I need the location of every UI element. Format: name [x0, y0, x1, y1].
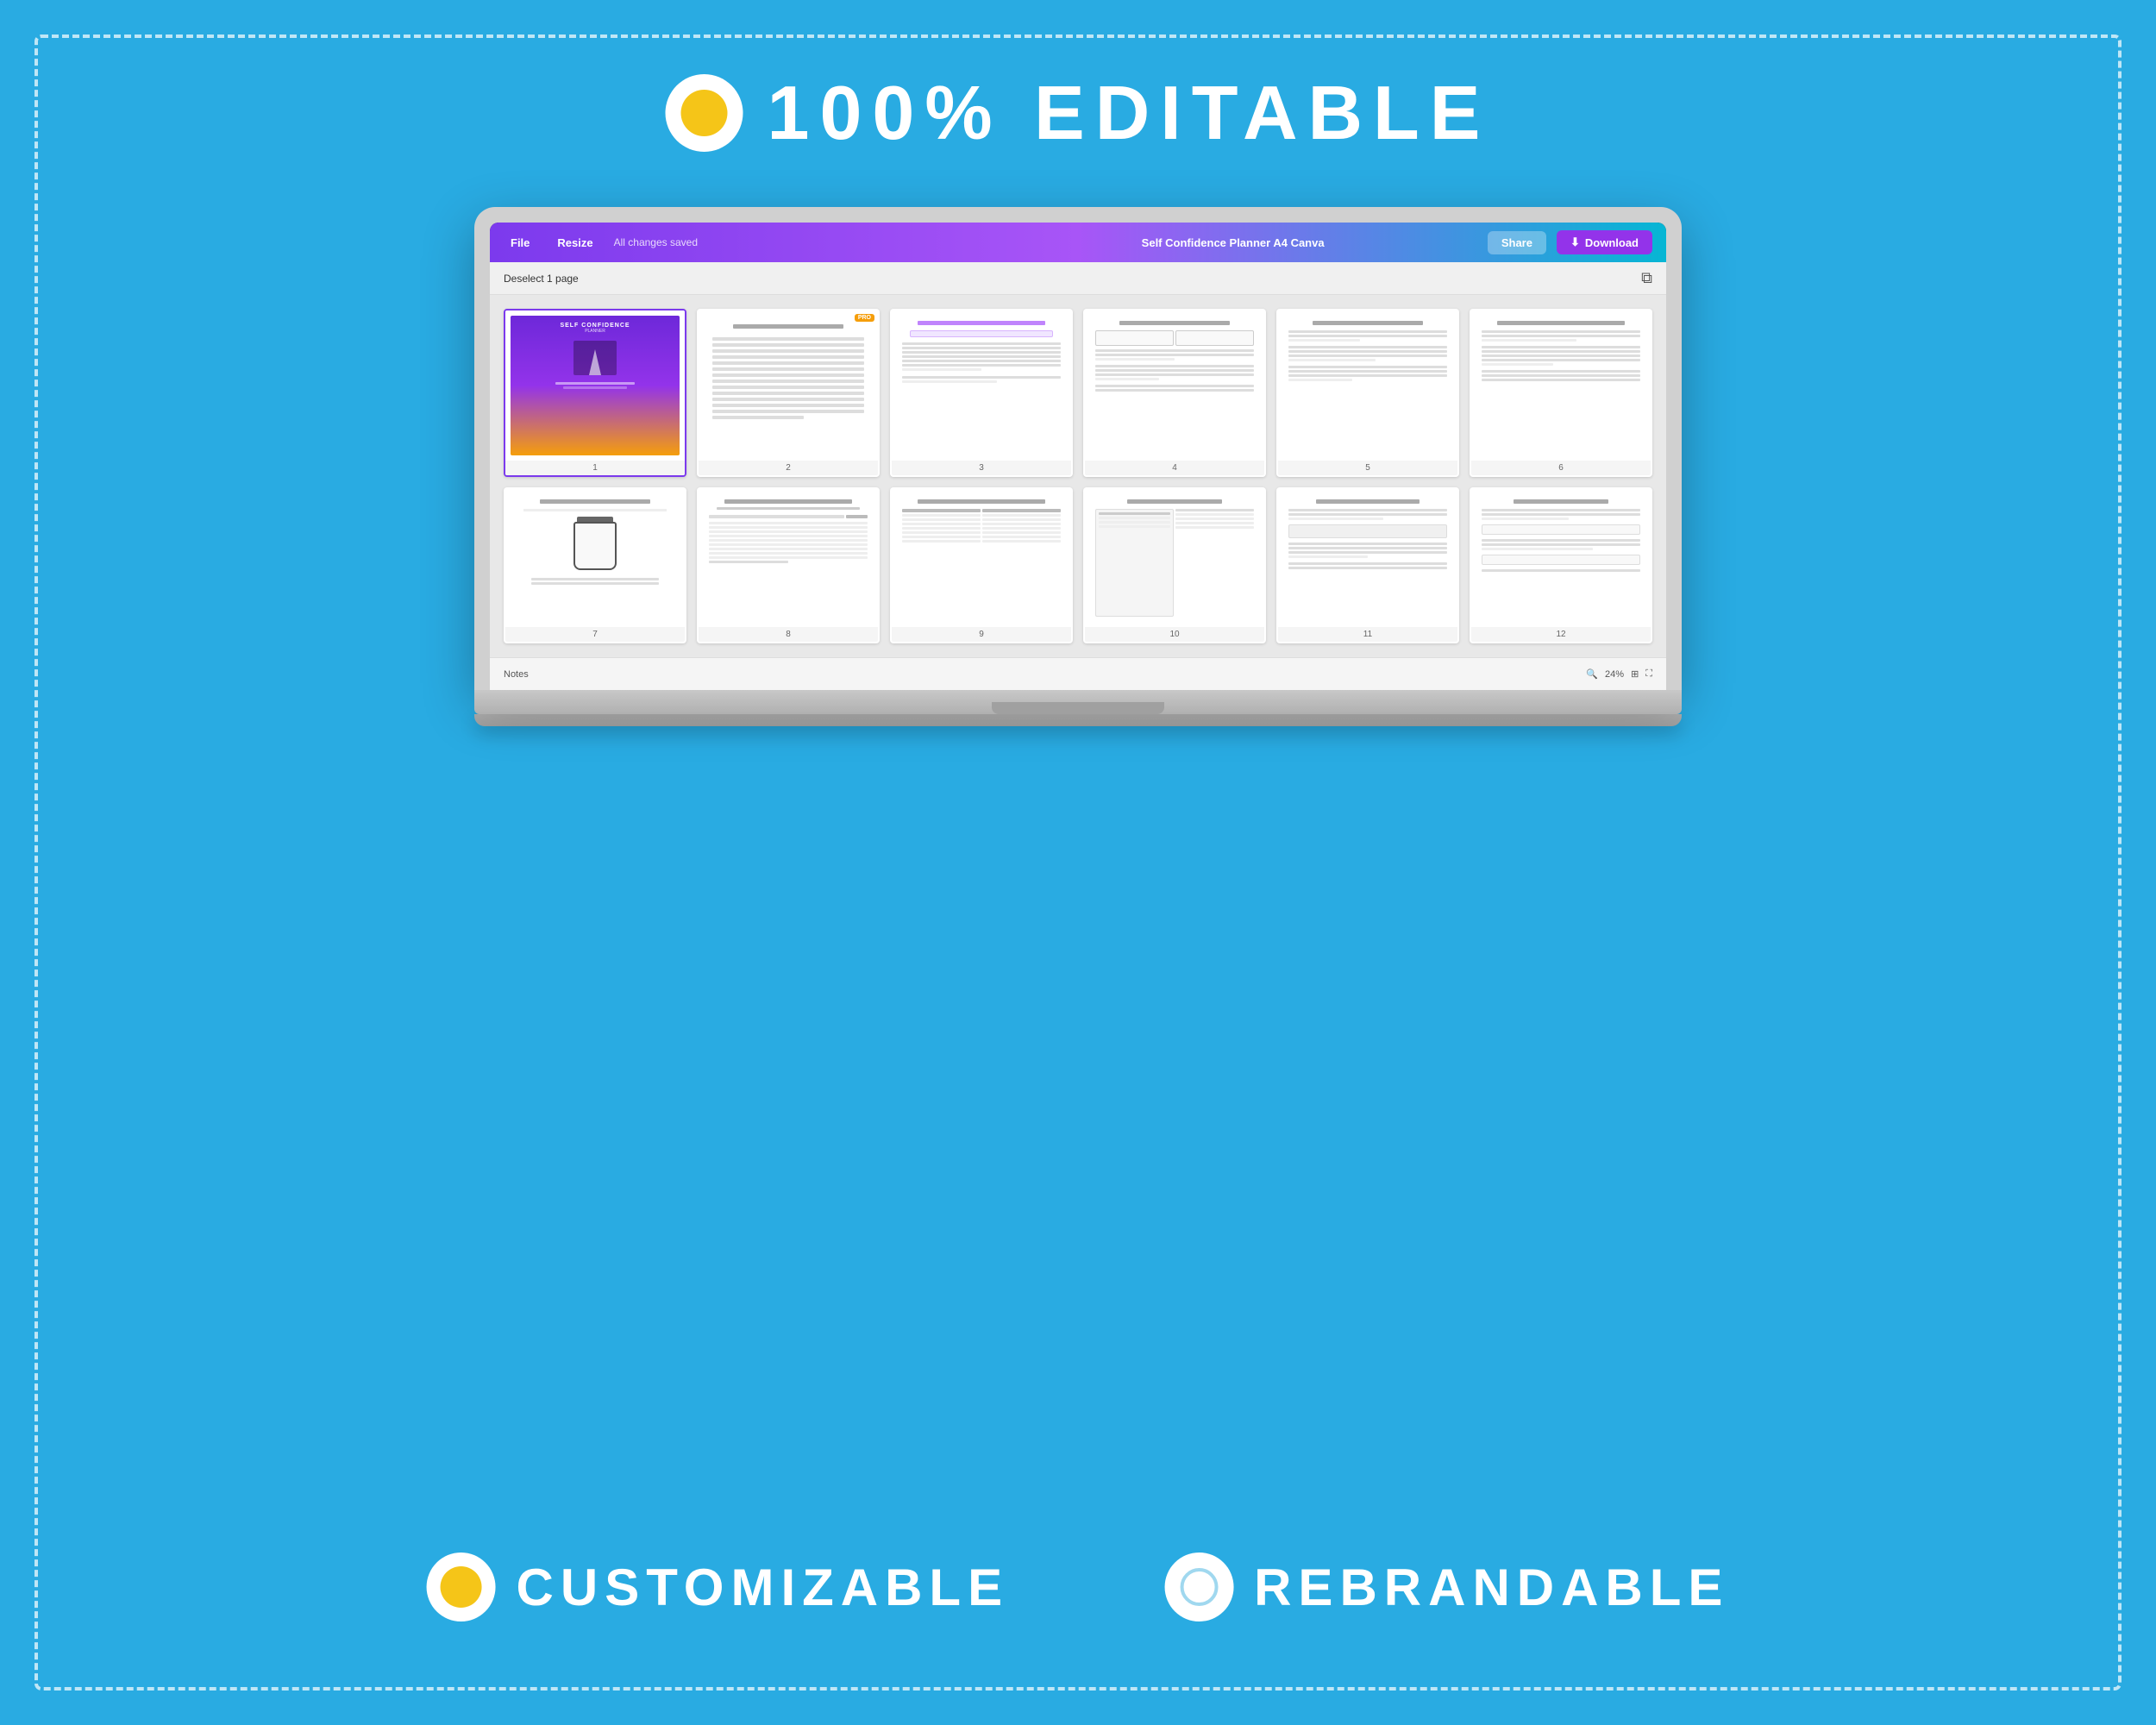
- page-item-4[interactable]: 4: [1083, 309, 1266, 477]
- pages-grid: SELF CONFIDENCE PLANNER 1: [490, 295, 1666, 657]
- rebrandable-badge-circle: [1164, 1552, 1233, 1622]
- page-thumbnail-2: PRO: [699, 310, 878, 461]
- page-item-3[interactable]: 3: [890, 309, 1073, 477]
- top-badge-inner: [681, 90, 728, 136]
- page-number-3: 3: [892, 461, 1071, 475]
- line: [712, 343, 864, 347]
- page-item-12[interactable]: 12: [1470, 487, 1652, 644]
- save-status: All changes saved: [614, 236, 698, 248]
- laptop-screen: File Resize All changes saved Self Confi…: [490, 223, 1666, 690]
- laptop-base: [474, 690, 1682, 714]
- laptop-stand: [474, 714, 1682, 726]
- page-item-9[interactable]: 9: [890, 487, 1073, 644]
- page-thumbnail-1: SELF CONFIDENCE PLANNER: [505, 310, 685, 461]
- page-thumbnail-11: [1278, 489, 1457, 628]
- page-number-5: 5: [1278, 461, 1457, 475]
- page-number-10: 10: [1085, 627, 1264, 642]
- grid-icon[interactable]: ⊞: [1631, 668, 1639, 680]
- rebrandable-badge-inner: [1180, 1568, 1218, 1606]
- laptop: File Resize All changes saved Self Confi…: [474, 207, 1682, 726]
- bottom-badges: CUSTOMIZABLE REBRANDABLE: [427, 1552, 1730, 1622]
- page-number-8: 8: [699, 627, 878, 642]
- laptop-body: File Resize All changes saved Self Confi…: [474, 207, 1682, 690]
- page-item-2[interactable]: PRO: [697, 309, 880, 477]
- file-button[interactable]: File: [504, 233, 536, 253]
- cover-subtitle: PLANNER: [585, 329, 605, 334]
- page-thumbnail-5: [1278, 310, 1457, 461]
- line: [712, 380, 864, 383]
- thumb-lines-2: [709, 334, 868, 449]
- page-thumbnail-7: [505, 489, 685, 628]
- page-number-6: 6: [1471, 461, 1651, 475]
- cover-image: [573, 341, 617, 375]
- cover-title: SELF CONFIDENCE: [560, 323, 630, 329]
- page-thumbnail-6: [1471, 310, 1651, 461]
- page-thumbnail-9: [892, 489, 1071, 628]
- top-badge: 100% EDITABLE: [666, 69, 1491, 157]
- line: [712, 386, 864, 389]
- page-item-5[interactable]: 5: [1276, 309, 1459, 477]
- page-number-4: 4: [1085, 461, 1264, 475]
- page-thumbnail-4: [1085, 310, 1264, 461]
- download-button[interactable]: ⬇ Download: [1557, 230, 1652, 254]
- page-item-1[interactable]: SELF CONFIDENCE PLANNER 1: [504, 309, 686, 477]
- line: [712, 355, 864, 359]
- page-item-7[interactable]: 7: [504, 487, 686, 644]
- download-label: Download: [1585, 236, 1639, 249]
- line: [712, 337, 864, 341]
- page-item-6[interactable]: 6: [1470, 309, 1652, 477]
- copy-icon[interactable]: ⧉: [1641, 269, 1652, 287]
- rebrandable-badge: REBRANDABLE: [1164, 1552, 1729, 1622]
- page-thumbnail-10: [1085, 489, 1264, 628]
- line: [712, 416, 804, 419]
- canva-toolbar: File Resize All changes saved Self Confi…: [490, 223, 1666, 262]
- line: [712, 404, 864, 407]
- page-thumbnail-12: [1471, 489, 1651, 628]
- deselect-label[interactable]: Deselect 1 page: [504, 273, 579, 285]
- rebrandable-label: REBRANDABLE: [1254, 1558, 1729, 1617]
- zoom-out-icon[interactable]: 🔍: [1586, 668, 1598, 680]
- editable-label: 100% EDITABLE: [768, 69, 1491, 157]
- page-item-10[interactable]: 10: [1083, 487, 1266, 644]
- sub-toolbar: Deselect 1 page ⧉: [490, 262, 1666, 295]
- customizable-badge: CUSTOMIZABLE: [427, 1552, 1010, 1622]
- toolbar-title: Self Confidence Planner A4 Canva: [995, 236, 1470, 249]
- page-item-8[interactable]: 8: [697, 487, 880, 644]
- notes-label[interactable]: Notes: [504, 669, 529, 680]
- page-number-1: 1: [505, 461, 685, 475]
- toolbar-right: Share ⬇ Download: [1488, 230, 1652, 254]
- page-thumbnail-8: [699, 489, 878, 628]
- page-item-11[interactable]: 11: [1276, 487, 1459, 644]
- page-number-11: 11: [1278, 627, 1457, 642]
- zoom-level: 24%: [1605, 669, 1624, 680]
- thumb-title-2: [733, 324, 844, 329]
- bottom-toolbar: Notes 🔍 24% ⊞ ⛶: [490, 657, 1666, 690]
- page-number-7: 7: [505, 627, 685, 642]
- line: [712, 410, 864, 413]
- resize-button[interactable]: Resize: [550, 233, 599, 253]
- customizable-label: CUSTOMIZABLE: [517, 1558, 1010, 1617]
- line: [712, 349, 864, 353]
- cover-thumb: SELF CONFIDENCE PLANNER: [511, 316, 680, 455]
- line: [712, 392, 864, 395]
- zoom-controls: 🔍 24% ⊞ ⛶: [1586, 668, 1652, 680]
- customizable-badge-inner: [441, 1566, 482, 1608]
- pro-badge-2: PRO: [855, 314, 874, 322]
- page-number-9: 9: [892, 627, 1071, 642]
- page-thumbnail-3: [892, 310, 1071, 461]
- fullscreen-icon[interactable]: ⛶: [1645, 668, 1652, 680]
- share-button[interactable]: Share: [1488, 231, 1546, 254]
- line: [712, 373, 864, 377]
- line: [712, 367, 864, 371]
- line: [712, 398, 864, 401]
- page-number-2: 2: [699, 461, 878, 475]
- top-badge-circle: [666, 74, 743, 152]
- toolbar-left: File Resize All changes saved: [504, 233, 978, 253]
- line: [712, 361, 864, 365]
- page-number-12: 12: [1471, 627, 1651, 642]
- download-icon: ⬇: [1570, 235, 1580, 249]
- customizable-badge-circle: [427, 1552, 496, 1622]
